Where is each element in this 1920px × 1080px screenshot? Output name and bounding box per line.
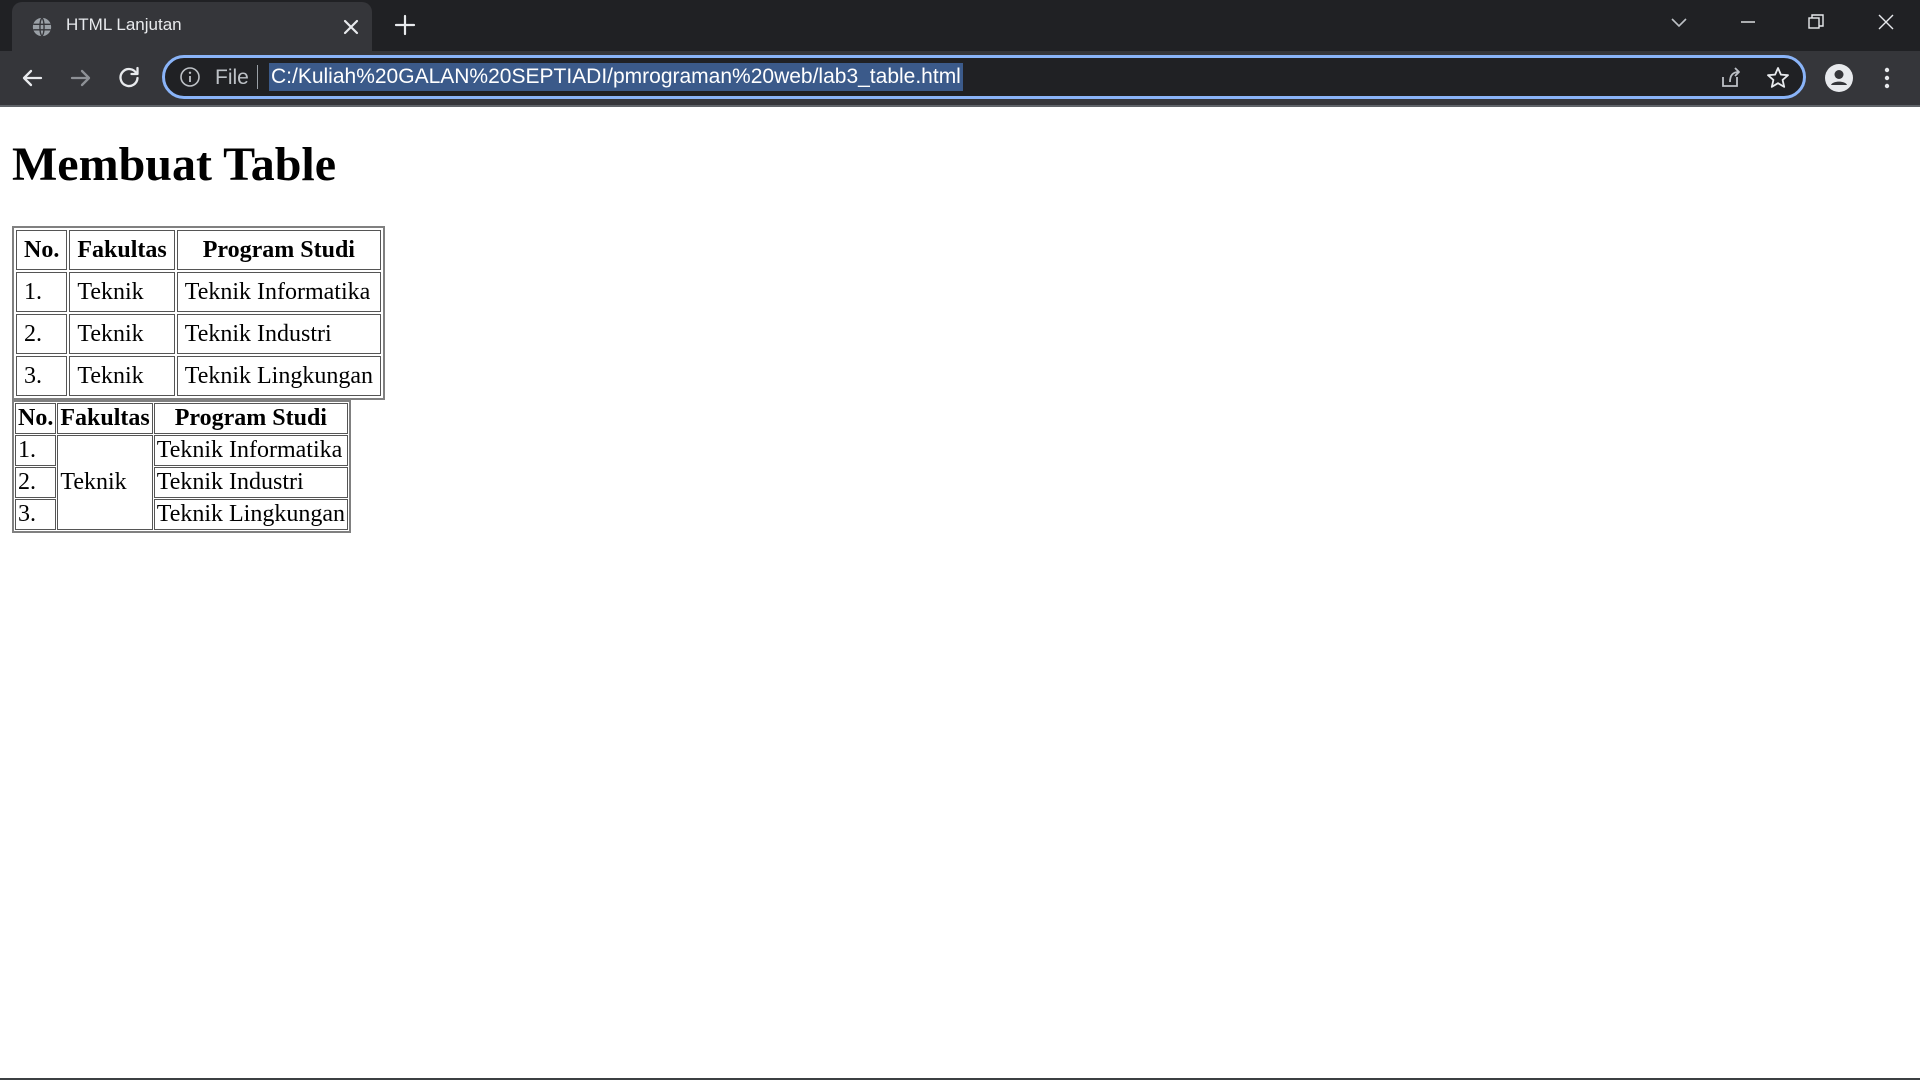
- address-separator: [257, 65, 258, 89]
- back-button[interactable]: [17, 63, 47, 93]
- close-icon[interactable]: [339, 15, 363, 39]
- address-scheme: File: [215, 66, 249, 89]
- cell-no: 3.: [15, 499, 57, 530]
- tab-title: HTML Lanjutan: [66, 15, 182, 34]
- header-fakultas: Fakultas: [69, 230, 175, 270]
- web-page: Membuat Table No. Fakultas Program Studi…: [0, 107, 1920, 1078]
- table-rowspan: No. Fakultas Program Studi 1. Teknik Tek…: [12, 400, 351, 533]
- cell-program-studi: Teknik Industri: [176, 314, 381, 354]
- cell-no: 2.: [15, 467, 57, 498]
- cell-no: 1.: [15, 435, 57, 466]
- close-icon: [1878, 14, 1894, 30]
- table-row: 1. Teknik Teknik Informatika: [15, 435, 348, 530]
- cell-fakultas: Teknik: [69, 356, 175, 396]
- arrow-right-icon: [70, 69, 91, 87]
- header-fakultas: Fakultas: [57, 403, 153, 434]
- chevron-down-icon[interactable]: [1667, 11, 1691, 35]
- cell-program-studi: Teknik Lingkungan: [176, 356, 381, 396]
- header-program-studi: Program Studi: [153, 403, 348, 434]
- header-program-studi: Program Studi: [176, 230, 381, 270]
- restore-icon: [1808, 14, 1824, 29]
- browser-toolbar: File C:/Kuliah%20GALAN%20SEPTIADI/pmrogr…: [0, 51, 1920, 105]
- header-no: No.: [15, 403, 57, 434]
- reload-button[interactable]: [114, 63, 144, 93]
- globe-icon: [32, 17, 52, 37]
- address-url[interactable]: C:/Kuliah%20GALAN%20SEPTIADI/pmrograman%…: [269, 63, 963, 91]
- cell-program-studi: Teknik Informatika: [176, 272, 381, 312]
- tab-strip: HTML Lanjutan: [0, 0, 1920, 51]
- address-bar[interactable]: File C:/Kuliah%20GALAN%20SEPTIADI/pmrogr…: [162, 55, 1806, 99]
- cell-fakultas: Teknik: [69, 314, 175, 354]
- header-no: No.: [16, 230, 68, 270]
- table-header-row: No. Fakultas Program Studi: [15, 403, 348, 434]
- window-close-button[interactable]: [1852, 0, 1920, 44]
- table-basic: No. Fakultas Program Studi 1. Teknik Tek…: [12, 226, 385, 400]
- table-row: 1. Teknik Teknik Informatika: [16, 272, 381, 312]
- cell-no: 1.: [16, 272, 68, 312]
- minimize-icon: [1741, 21, 1755, 23]
- share-icon[interactable]: [1717, 65, 1743, 91]
- profile-button[interactable]: [1824, 63, 1854, 93]
- browser-tab-active[interactable]: HTML Lanjutan: [12, 2, 372, 51]
- reload-icon: [119, 66, 139, 88]
- browser-menu-button[interactable]: [1872, 63, 1902, 93]
- cell-program-studi: Teknik Industri: [153, 467, 348, 498]
- kebab-menu-icon: [1884, 67, 1890, 89]
- forward-button[interactable]: [66, 63, 96, 93]
- person-icon: [1825, 64, 1853, 92]
- cell-fakultas: Teknik: [69, 272, 175, 312]
- cell-program-studi: Teknik Informatika: [153, 435, 348, 466]
- restore-button[interactable]: [1782, 0, 1850, 44]
- table-header-row: No. Fakultas Program Studi: [16, 230, 381, 270]
- plus-icon[interactable]: [393, 13, 417, 37]
- table-row: 3. Teknik Teknik Lingkungan: [16, 356, 381, 396]
- page-title: Membuat Table: [12, 138, 337, 191]
- minimize-button[interactable]: [1714, 0, 1782, 44]
- cell-program-studi: Teknik Lingkungan: [153, 499, 348, 530]
- cell-fakultas-merged: Teknik: [57, 435, 153, 530]
- table-row: 2. Teknik Teknik Industri: [16, 314, 381, 354]
- cell-no: 3.: [16, 356, 68, 396]
- star-icon[interactable]: [1765, 65, 1791, 91]
- cell-no: 2.: [16, 314, 68, 354]
- info-icon[interactable]: [179, 66, 201, 88]
- arrow-left-icon: [22, 69, 43, 87]
